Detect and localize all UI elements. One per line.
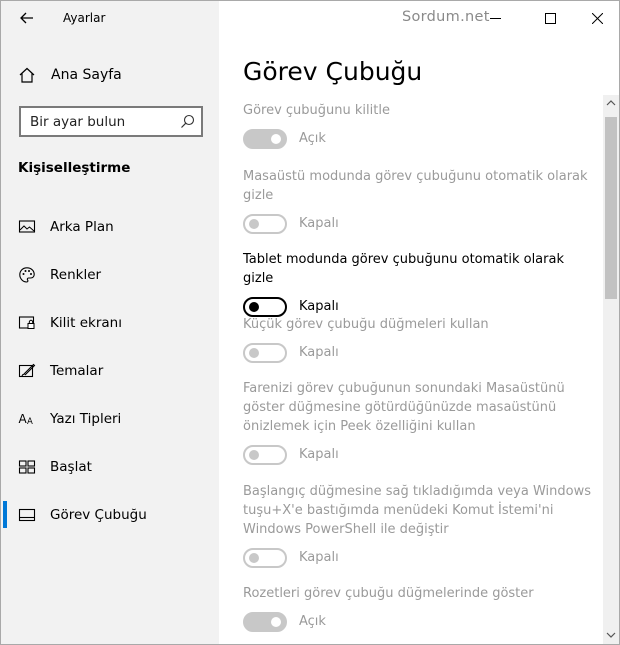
setting-label: Görev çubuğunu kilitle — [243, 103, 390, 118]
toggle-state: Açık — [299, 131, 326, 146]
sidebar-item-label: Kilit ekranı — [50, 315, 122, 331]
setting-badges: Rozetleri görev çubuğu düğmelerinde göst… — [243, 584, 593, 632]
scroll-down-arrow-icon[interactable] — [606, 631, 616, 639]
toggle-row: Kapalı — [243, 297, 593, 317]
sidebar-item-label: Yazı Tipleri — [50, 411, 122, 427]
search-icon[interactable] — [180, 114, 195, 129]
toggle-state: Kapalı — [299, 447, 339, 462]
setting-label: Rozetleri görev çubuğu düğmelerinde göst… — [243, 586, 534, 601]
setting-small-buttons: Küçük görev çubuğu düğmeleri kullan Kapa… — [243, 315, 593, 363]
home-icon — [19, 67, 35, 83]
toggle-state: Kapalı — [299, 216, 339, 231]
search-box — [19, 106, 203, 137]
toggle-knob — [249, 302, 259, 312]
sidebar-item-label: Renkler — [50, 267, 102, 283]
picture-icon — [18, 220, 36, 233]
toggle-knob — [249, 553, 259, 563]
page-title: Görev Çubuğu — [243, 57, 423, 86]
brush-icon — [18, 363, 36, 378]
toggle-state: Kapalı — [299, 345, 339, 360]
lock-screen-icon — [18, 316, 35, 329]
sidebar-item-background[interactable]: Arka Plan — [1, 210, 219, 244]
close-icon — [591, 12, 603, 24]
sidebar-item-home[interactable]: Ana Sayfa — [1, 59, 219, 91]
maximize-icon — [544, 12, 556, 24]
toggle-state: Açık — [299, 614, 326, 629]
back-arrow-icon — [20, 12, 33, 24]
toggle-row: Kapalı — [243, 548, 593, 568]
peek-toggle[interactable] — [243, 445, 287, 465]
app-title: Ayarlar — [63, 11, 106, 25]
minimize-button[interactable] — [477, 5, 513, 31]
lock-taskbar-toggle[interactable] — [243, 129, 287, 149]
setting-label: Tablet modunda görev çubuğunu otomatik o… — [243, 252, 564, 286]
sidebar-item-taskbar[interactable]: Görev Çubuğu — [1, 498, 219, 532]
toggle-state: Kapalı — [299, 550, 339, 565]
toggle-row: Açık — [243, 612, 593, 632]
toggle-row: Açık — [243, 129, 593, 149]
section-title: Kişiselleştirme — [18, 160, 131, 176]
sidebar-item-label: Ana Sayfa — [51, 67, 122, 83]
toggle-row: Kapalı — [243, 214, 593, 234]
search-input[interactable] — [21, 108, 181, 135]
autohide-desktop-toggle[interactable] — [243, 214, 287, 234]
sidebar-item-fonts[interactable]: AA Yazı Tipleri — [1, 402, 219, 436]
taskbar-icon — [18, 508, 36, 522]
sidebar-item-label: Arka Plan — [50, 219, 114, 235]
font-icon: AA — [19, 412, 34, 427]
sidebar-item-themes[interactable]: Temalar — [1, 354, 219, 388]
close-button[interactable] — [579, 5, 615, 31]
toggle-knob — [271, 617, 281, 627]
setting-autohide-tablet: Tablet modunda görev çubuğunu otomatik o… — [243, 250, 593, 317]
setting-peek: Farenizi görev çubuğunun sonundaki Masaü… — [243, 379, 593, 465]
back-button[interactable] — [15, 7, 39, 29]
powershell-toggle[interactable] — [243, 548, 287, 568]
scrollbar-thumb[interactable] — [605, 117, 617, 299]
palette-icon — [19, 267, 35, 283]
sidebar-item-start[interactable]: Başlat — [1, 450, 219, 484]
badges-toggle[interactable] — [243, 612, 287, 632]
vertical-scrollbar[interactable] — [603, 95, 619, 644]
toggle-knob — [249, 450, 259, 460]
setting-powershell: Başlangıç düğmesine sağ tıkladığımda vey… — [243, 482, 593, 568]
sidebar-item-lock-screen[interactable]: Kilit ekranı — [1, 306, 219, 340]
setting-label: Masaüstü modunda görev çubuğunu otomatik… — [243, 169, 588, 203]
minimize-icon — [489, 17, 501, 19]
scroll-up-arrow-icon[interactable] — [606, 99, 616, 107]
sidebar: Ayarlar Ana Sayfa Kişiselleştirme Arka P… — [1, 1, 219, 644]
toggle-state: Kapalı — [299, 299, 339, 314]
sidebar-item-label: Temalar — [50, 363, 104, 379]
sidebar-item-label: Başlat — [50, 459, 92, 475]
maximize-button[interactable] — [532, 5, 568, 31]
autohide-tablet-toggle[interactable] — [243, 297, 287, 317]
toggle-row: Kapalı — [243, 343, 593, 363]
toggle-knob — [249, 348, 259, 358]
settings-window: Ayarlar Ana Sayfa Kişiselleştirme Arka P… — [0, 0, 620, 645]
setting-label: Farenizi görev çubuğunun sonundaki Masaü… — [243, 381, 565, 434]
toggle-knob — [249, 219, 259, 229]
setting-label: Küçük görev çubuğu düğmeleri kullan — [243, 317, 489, 332]
toggle-knob — [271, 134, 281, 144]
sidebar-item-colors[interactable]: Renkler — [1, 258, 219, 292]
start-icon — [18, 460, 36, 474]
svg-text:A: A — [27, 417, 33, 427]
sidebar-item-label: Görev Çubuğu — [50, 507, 147, 523]
setting-label: Başlangıç düğmesine sağ tıkladığımda vey… — [243, 484, 591, 537]
setting-autohide-desktop: Masaüstü modunda görev çubuğunu otomatik… — [243, 167, 593, 234]
small-buttons-toggle[interactable] — [243, 343, 287, 363]
setting-lock-taskbar: Görev çubuğunu kilitle Açık — [243, 101, 593, 149]
toggle-row: Kapalı — [243, 445, 593, 465]
